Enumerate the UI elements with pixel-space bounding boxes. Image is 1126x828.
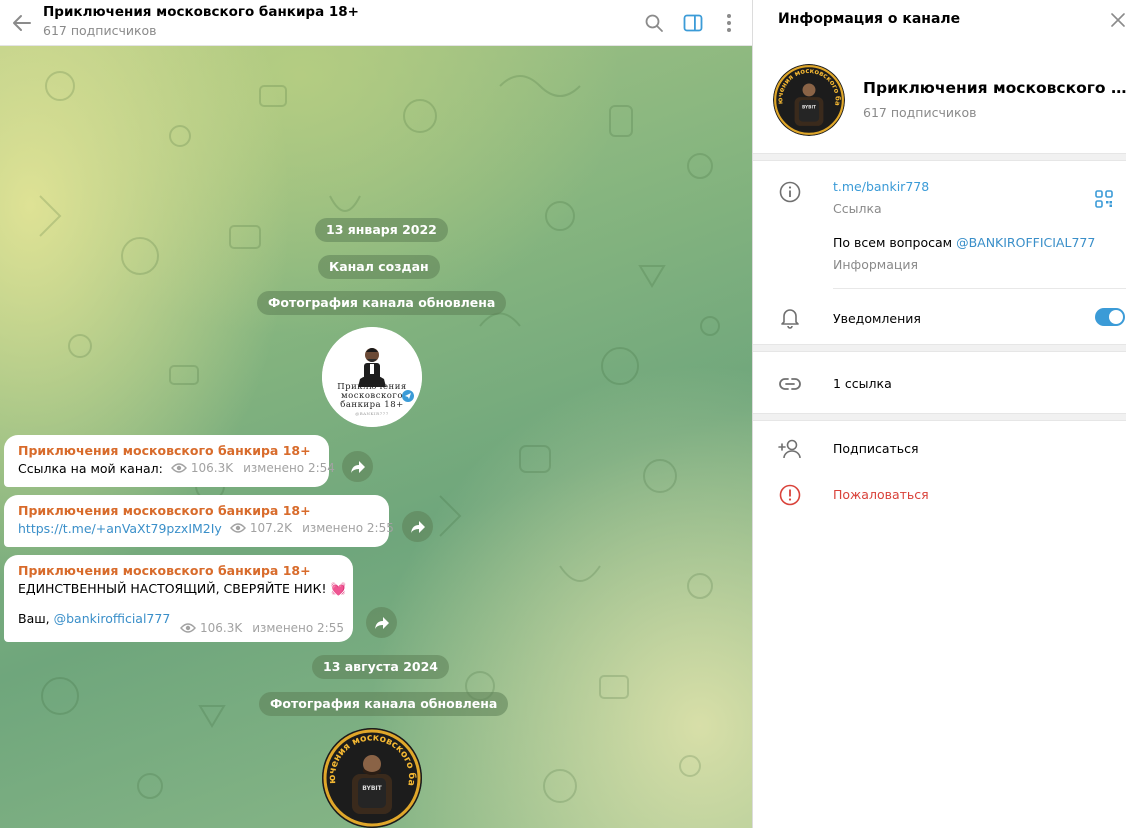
views-eye-icon xyxy=(170,463,187,473)
views-eye-icon xyxy=(180,623,196,633)
forward-arrow-icon xyxy=(410,520,425,533)
report-icon-wrap xyxy=(778,483,802,507)
date-badge: 13 августа 2024 xyxy=(312,655,450,679)
edited-time: изменено 2:55 xyxy=(252,621,344,635)
channel-info-panel: Информация о канале BYBIT Приключения мо… xyxy=(752,0,1126,828)
message-meta: 107.2K изменено 2:55 xyxy=(229,521,394,535)
search-button[interactable] xyxy=(640,9,668,37)
service-message-photo-updated: Фотография канала обновлена xyxy=(259,692,509,716)
avatar-badge-text: BYBIT xyxy=(802,105,816,111)
toggle-sidebar-button[interactable] xyxy=(679,9,707,37)
add-user-icon-wrap xyxy=(778,437,802,461)
info-icon xyxy=(779,181,801,203)
panel-title: Информация о канале xyxy=(778,11,961,27)
edited-time: изменено 2:55 xyxy=(302,521,394,535)
mention-link[interactable]: @bankirofficial777 xyxy=(54,611,171,626)
photo-small-text: @BANKIR777 xyxy=(355,411,389,416)
qr-code-icon xyxy=(1095,190,1113,208)
arrow-left-icon xyxy=(13,15,31,31)
banker-avatar-icon: BYBIT Приключения московского банкира xyxy=(773,64,845,136)
chat-header: Приключения московского банкира 18+ 617 … xyxy=(0,0,752,46)
info-icon-wrap xyxy=(778,180,802,204)
bell-icon xyxy=(781,309,799,329)
link-icon-wrap xyxy=(778,372,802,396)
more-vertical-icon xyxy=(727,14,731,32)
channel-description-label: Информация xyxy=(833,257,919,272)
message-author[interactable]: Приключения московского банкира 18+ xyxy=(18,503,375,518)
section-divider xyxy=(753,153,1126,161)
link-icon xyxy=(779,378,801,390)
qr-code-button[interactable] xyxy=(1093,188,1115,210)
report-button[interactable]: Пожаловаться xyxy=(833,487,929,502)
message-author[interactable]: Приключения московского банкира 18+ xyxy=(18,443,315,458)
channel-description: По всем вопросам @BANKIROFFICIAL777 xyxy=(833,235,1095,250)
photo-caption-line: банкира 18+ xyxy=(340,400,404,410)
share-button[interactable] xyxy=(402,511,433,542)
description-mention-link[interactable]: @BANKIROFFICIAL777 xyxy=(956,235,1095,250)
avatar-badge-text: BYBIT xyxy=(362,785,382,792)
message-bubble: Приключения московского банкира 18+ Ссыл… xyxy=(4,435,335,487)
chat-subscriber-count: 617 подписчиков xyxy=(43,23,157,38)
back-button[interactable] xyxy=(8,9,36,37)
forward-arrow-icon xyxy=(350,460,365,473)
notifications-label: Уведомления xyxy=(833,311,921,326)
service-message-photo-updated: Фотография канала обновлена xyxy=(257,291,507,315)
notifications-toggle[interactable] xyxy=(1095,308,1125,326)
message-meta: 106.3K изменено 2:54 xyxy=(170,461,335,475)
banker-avatar-icon: BYBIT Приключения московского банкира xyxy=(322,728,422,828)
links-count-item[interactable]: 1 ссылка xyxy=(833,376,892,391)
message-text-row: Ссылка на мой канал: 106.3K изменено 2:54 xyxy=(18,461,335,476)
invite-link[interactable]: https://t.me/+anVaXt79pzxIM2Iy xyxy=(18,521,222,536)
share-button[interactable] xyxy=(366,607,397,638)
bell-icon-wrap xyxy=(778,306,802,330)
search-icon xyxy=(645,14,663,32)
subscribe-button[interactable]: Подписаться xyxy=(833,441,919,456)
message-text: Ссылка на мой канал: xyxy=(18,461,163,476)
add-user-icon xyxy=(778,439,801,459)
message-author[interactable]: Приключения московского банкира 18+ xyxy=(18,563,339,578)
message-text: ЕДИНСТВЕННЫЙ НАСТОЯЩИЙ, СВЕРЯЙТЕ НИК! 💓 xyxy=(18,581,347,596)
close-icon xyxy=(1111,13,1125,27)
row-separator xyxy=(833,288,1126,289)
signature-prefix: Ваш, xyxy=(18,611,54,626)
channel-photo-old[interactable]: Приключения московского банкира 18+ @BAN… xyxy=(322,327,422,427)
views-count: 106.3K xyxy=(199,621,243,635)
channel-subscriber-count: 617 подписчиков xyxy=(863,105,977,120)
chat-background: 13 января 2022 Канал создан Фотография к… xyxy=(0,46,752,828)
message-bubble: Приключения московского банкира 18+ http… xyxy=(4,495,394,547)
service-message-channel-created: Канал создан xyxy=(318,255,440,279)
channel-name: Приключения московского банкира 18+ xyxy=(863,79,1126,97)
sidebar-toggle-icon xyxy=(683,14,703,32)
date-badge: 13 января 2022 xyxy=(315,218,448,242)
channel-avatar[interactable]: BYBIT Приключения московского банкира xyxy=(773,64,845,136)
channel-link-label: Ссылка xyxy=(833,201,882,216)
section-divider xyxy=(753,413,1126,421)
message-bubble: Приключения московского банкира 18+ ЕДИН… xyxy=(4,555,353,642)
edited-time: изменено 2:54 xyxy=(243,461,335,475)
description-prefix: По всем вопросам xyxy=(833,235,957,250)
chat-area: 13 января 2022 Канал создан Фотография к… xyxy=(0,0,752,828)
views-eye-icon xyxy=(229,523,246,533)
report-icon xyxy=(779,484,801,506)
message-meta: 106.3K изменено 2:55 xyxy=(180,621,344,635)
close-panel-button[interactable] xyxy=(1106,8,1126,32)
more-options-button[interactable] xyxy=(715,9,743,37)
views-count: 107.2K xyxy=(249,521,293,535)
views-count: 106.3K xyxy=(190,461,234,475)
section-divider xyxy=(753,344,1126,352)
forward-arrow-icon xyxy=(374,616,389,629)
channel-link[interactable]: t.me/bankir778 xyxy=(833,179,929,194)
message-text-row: https://t.me/+anVaXt79pzxIM2Iy 107.2K изме… xyxy=(18,521,394,536)
channel-photo-new[interactable]: BYBIT Приключения московского банкира xyxy=(322,728,422,828)
chat-title[interactable]: Приключения московского банкира 18+ xyxy=(43,4,359,20)
share-button[interactable] xyxy=(342,451,373,482)
